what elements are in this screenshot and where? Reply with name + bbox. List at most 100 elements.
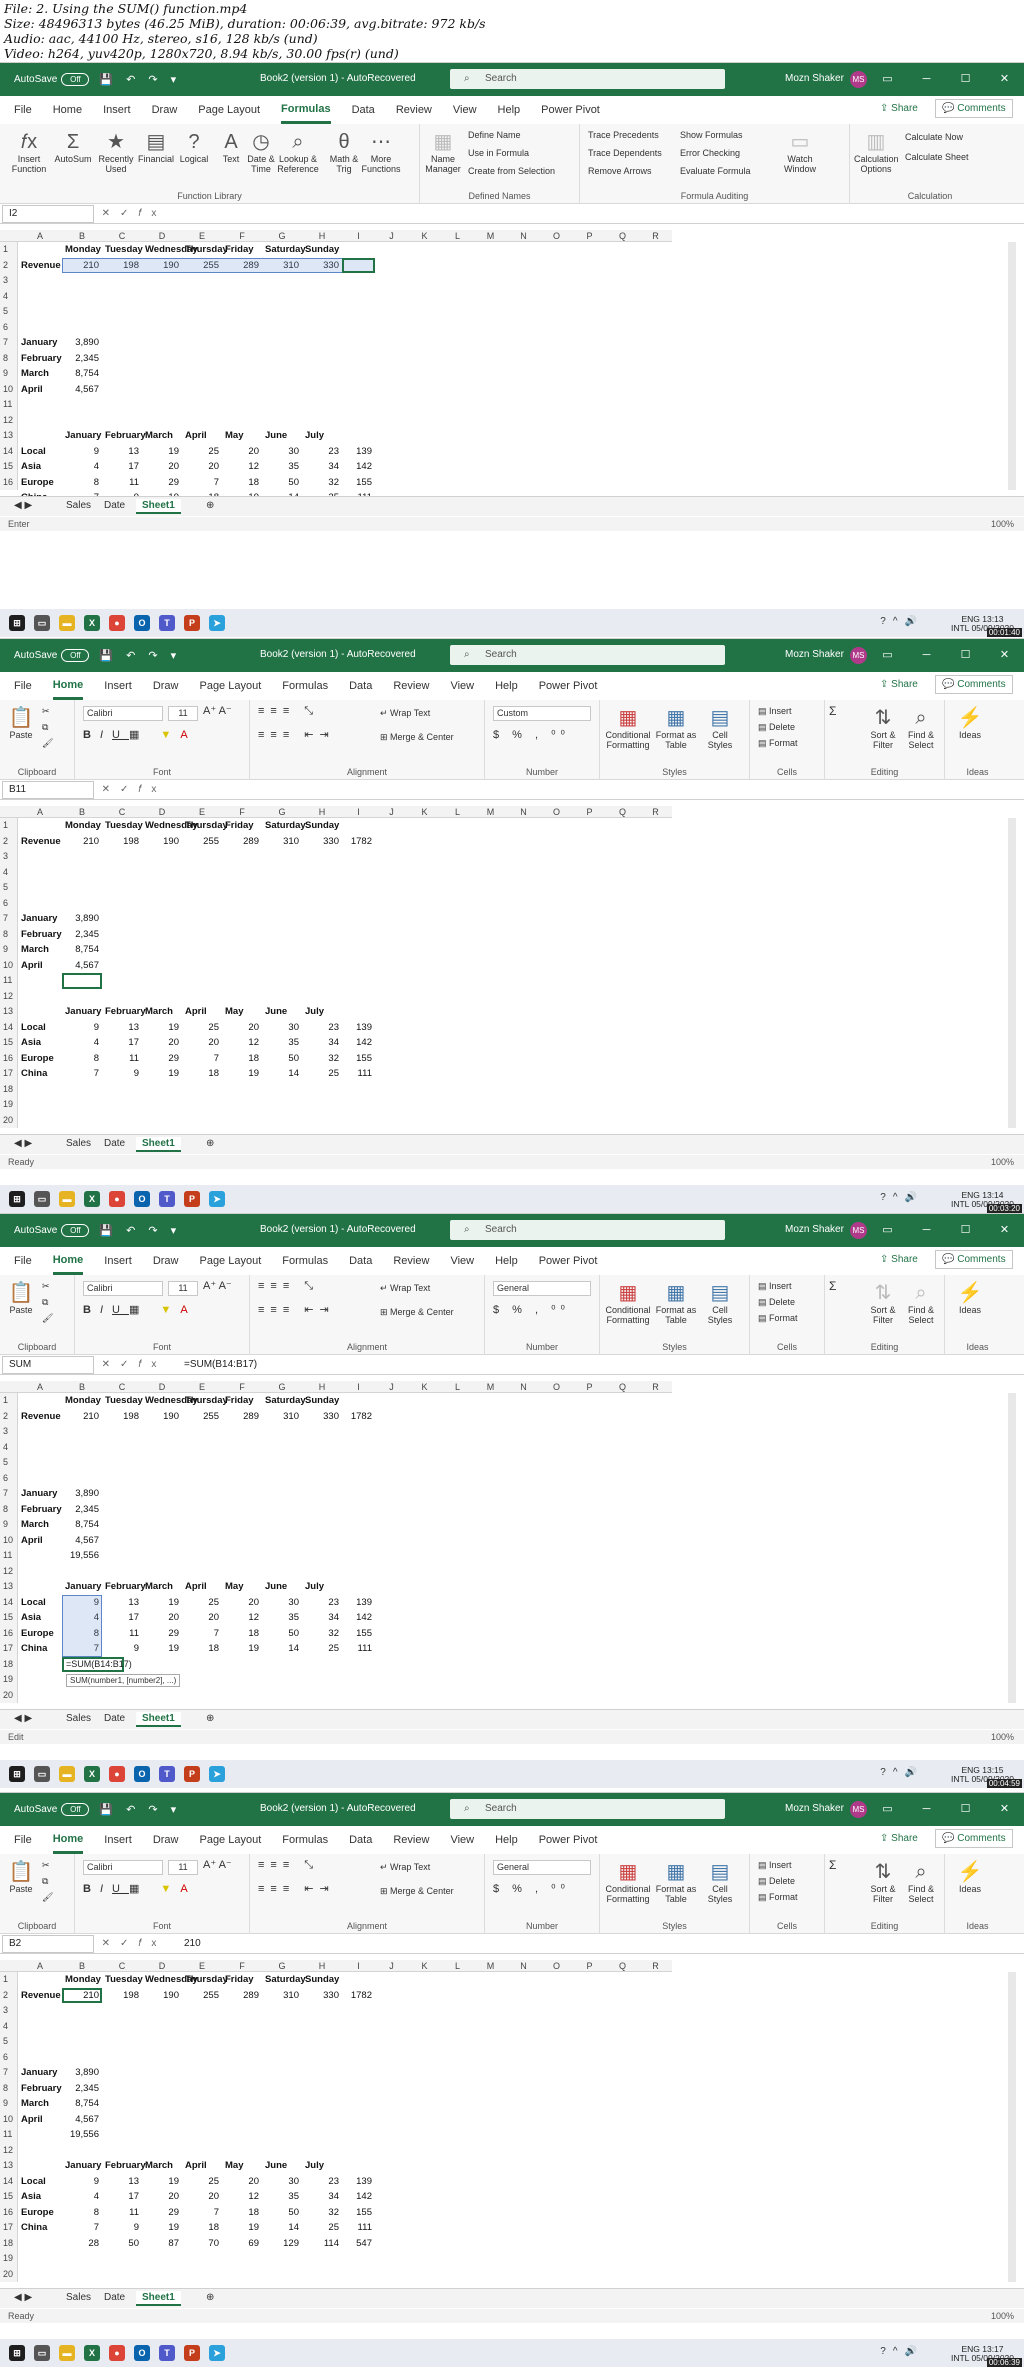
row-header[interactable]: 15 [0,1035,18,1051]
day-header[interactable]: Sunday [305,1972,339,1987]
day-header[interactable]: Thursday [185,818,228,833]
formula-bar-icons[interactable]: ✕✓𝑓x [94,208,174,219]
column-total-cell[interactable]: 87 [145,2236,179,2251]
row-header[interactable]: 6 [0,319,18,335]
table-cell[interactable]: 30 [265,2174,299,2189]
row-header[interactable]: 18 [0,1656,18,1672]
month-value[interactable]: 3,890 [65,335,99,350]
table-cell[interactable]: 19 [145,2220,179,2235]
teams-icon[interactable]: T [159,615,175,631]
sheet-tab-sales[interactable]: Sales [60,499,97,512]
row-header[interactable]: 1 [0,818,18,834]
column-header[interactable]: B [62,1960,102,1972]
month-value[interactable]: 4,567 [65,958,99,973]
font-name-select[interactable]: Calibri [83,1281,163,1296]
tab-formulas[interactable]: Formulas [282,1828,328,1852]
column-header[interactable]: K [408,1960,441,1972]
tab-formulas[interactable]: Formulas [281,97,331,124]
paste-button[interactable]: 📋 Paste [6,706,36,740]
tab-help[interactable]: Help [495,1828,518,1852]
column-header[interactable]: G [262,806,302,818]
row-header[interactable]: 4 [0,864,18,880]
autosave[interactable]: AutoSave Off [14,1224,90,1237]
worksheet-grid[interactable]: A B C D E F G H I J K L M N O P Q R 1 2 3 4 5 6 7 8 9 10 11 12 13 14 15 1… [0,1381,1010,1703]
table-cell[interactable]: 20 [145,1610,179,1625]
column-total-cell[interactable]: 50 [105,2236,139,2251]
column-header[interactable]: P [573,1960,606,1972]
column-header[interactable]: C [102,1960,142,1972]
revenue-cell[interactable]: 255 [185,1988,219,2003]
cell-styles-button[interactable]: ▤ Cell Styles [700,706,740,750]
file-explorer-icon[interactable]: ▬ [59,2345,75,2361]
day-header[interactable]: Friday [225,818,259,833]
day-header[interactable]: Sunday [305,818,339,833]
day-header[interactable]: Thursday [185,242,228,257]
column-header[interactable]: H [302,230,342,242]
table-month-header[interactable]: June [265,2158,299,2173]
column-header[interactable]: R [639,806,672,818]
day-header[interactable]: Friday [225,1972,259,1987]
system-tray-icons[interactable]: ?^🔊 [880,2346,924,2357]
table-cell[interactable]: 8 [65,2205,99,2220]
sheet-tab-sales[interactable]: Sales [60,1137,97,1150]
powerpoint-icon[interactable]: P [184,615,200,631]
column-header[interactable]: N [507,806,540,818]
column-header[interactable]: K [408,1381,441,1393]
column-header[interactable]: B [62,230,102,242]
row-header[interactable]: 4 [0,1439,18,1455]
revenue-cell[interactable]: 255 [185,1409,219,1424]
table-cell[interactable]: 32 [305,475,339,490]
column-header[interactable]: E [182,1381,222,1393]
tab-page-layout[interactable]: Page Layout [198,98,260,122]
row-header[interactable]: 15 [0,2189,18,2205]
error-checking-button[interactable]: Error Checking [680,148,740,158]
column-header[interactable]: J [375,1381,408,1393]
day-header[interactable]: Sunday [305,242,339,257]
add-sheet-icon[interactable]: ⊕ [200,2291,220,2304]
table-month-header[interactable]: July [305,2158,339,2173]
tab-review[interactable]: Review [393,674,429,698]
column-header[interactable]: Q [606,1381,639,1393]
table-cell[interactable]: 32 [305,1051,339,1066]
month-label[interactable]: January [21,2065,59,2080]
row-header[interactable]: 5 [0,1455,18,1471]
autosum-icon[interactable]: Σ [829,705,836,717]
table-cell[interactable]: 17 [105,1035,139,1050]
add-sheet-icon[interactable]: ⊕ [200,499,220,512]
calculate-now-button[interactable]: Calculate Now [905,132,963,142]
table-cell[interactable]: 30 [265,1595,299,1610]
merge-center-button[interactable]: ⊞ Merge & Center [380,1886,454,1896]
autosave-toggle[interactable]: Off [61,73,90,86]
tab-home[interactable]: Home [52,1827,84,1854]
remove-arrows-button[interactable]: Remove Arrows [588,166,652,176]
ideas-button[interactable]: ⚡ Ideas [955,1860,985,1894]
table-month-header[interactable]: February [105,1004,146,1019]
month-value[interactable]: 3,890 [65,911,99,926]
column-header[interactable]: A [18,806,62,818]
tab-review[interactable]: Review [393,1249,429,1273]
table-cell[interactable]: 34 [305,1035,339,1050]
table-cell[interactable]: 20 [185,459,219,474]
row-header[interactable]: 8 [0,926,18,942]
autosave-toggle[interactable]: Off [61,649,90,662]
month-label[interactable]: January [21,1486,59,1501]
table-cell[interactable]: 20 [145,2189,179,2204]
chrome-icon[interactable]: ● [109,2345,125,2361]
table-cell[interactable]: 13 [105,1595,139,1610]
cell-styles-button[interactable]: ▤ Cell Styles [700,1281,740,1325]
column-header[interactable]: L [441,1960,474,1972]
copy-icon[interactable]: ⧉ [42,1297,48,1307]
month-value[interactable]: 2,345 [65,351,99,366]
region-label[interactable]: China [21,1641,59,1656]
row-header[interactable]: 8 [0,350,18,366]
format-painter-icon[interactable]: 🖌 [42,1313,53,1323]
sheet-nav-icon[interactable]: ◀ ▶ [8,499,38,512]
name-box[interactable]: I2 [2,204,94,223]
table-cell[interactable]: 13 [105,2174,139,2189]
teams-icon[interactable]: T [159,1766,175,1782]
table-month-header[interactable]: March [145,2158,179,2173]
number-format-select[interactable]: Custom [493,706,591,721]
name-manager-button[interactable]: ▦ Name Manager [424,130,462,174]
merge-center-button[interactable]: ⊞ Merge & Center [380,1307,454,1317]
region-label[interactable]: Local [21,444,59,459]
